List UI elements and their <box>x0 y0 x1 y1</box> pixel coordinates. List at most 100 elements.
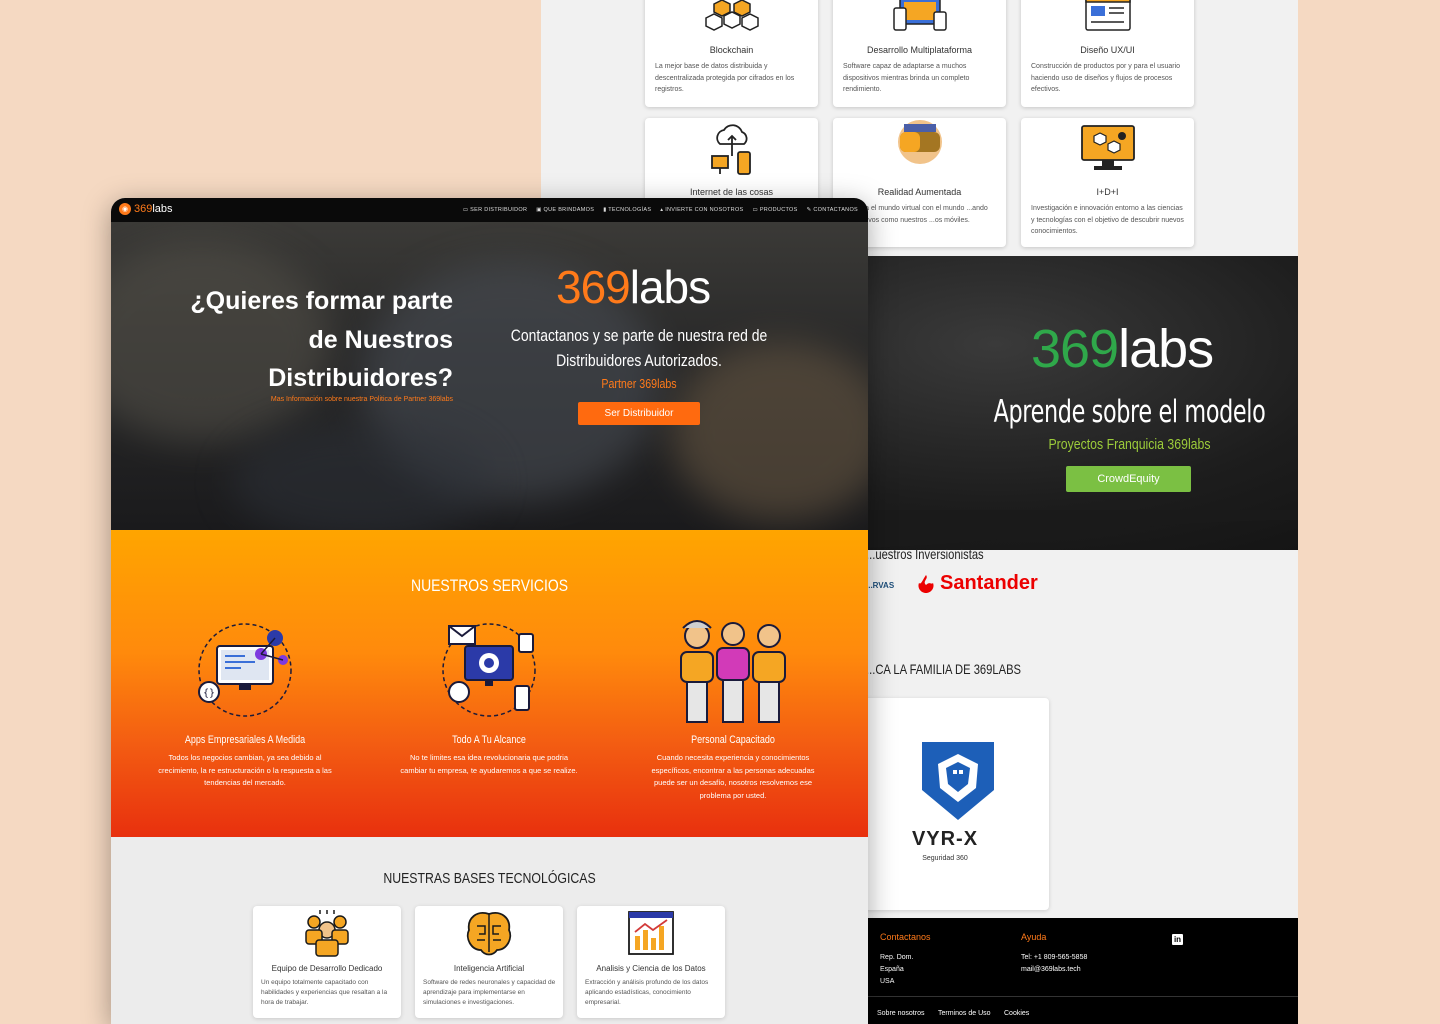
base-card-desc: Software de redes neuronales y capacidad… <box>423 979 556 1006</box>
nav-label: INVIERTE CON NOSOTROS <box>665 207 744 213</box>
tech-card-desc: Construcción de productos por y para el … <box>1031 63 1181 93</box>
tech-card-ux-ui[interactable]: Diseño UX/UI Construcción de productos p… <box>1021 0 1194 107</box>
nav-item-distribuidor[interactable]: ▭ SER DISTRIBUIDOR <box>463 207 527 213</box>
footer-divider <box>861 996 1298 997</box>
computer-code-icon: {} <box>198 623 292 717</box>
nav-item-contactanos[interactable]: ✎ CONTACTANOS <box>807 207 858 213</box>
base-card-title: Equipo de Desarrollo Dedicado <box>271 964 383 973</box>
service-title: Apps Empresariales A Medida <box>184 734 306 746</box>
santander-flame-icon <box>918 574 934 593</box>
brand-logo-icon: ◉ <box>119 203 131 215</box>
data-chart-icon <box>628 911 674 955</box>
nav-item-brindamos[interactable]: ▣ QUE BRINDAMOS <box>536 207 594 213</box>
front-page-screenshot: ◉ 369 labs ▭ SER DISTRIBUIDOR ▣ QUE BRIND… <box>111 198 868 1024</box>
footer-phone[interactable]: Tel: +1 809-565-5858 <box>1021 952 1087 964</box>
tech-card-title: Blockchain <box>709 45 754 55</box>
investor-logo-partial: ...RVAS <box>866 581 895 590</box>
distributor-hero: ¿Quieres formar parte de Nuestros Distri… <box>111 222 868 530</box>
footer-contact-lines: Rep. Dom. España USA <box>880 952 913 988</box>
iot-cloud-icon <box>710 124 751 175</box>
brain-icon <box>466 912 512 956</box>
hero-logo: 369labs <box>556 260 711 314</box>
nav-item-tecnologias[interactable]: ▮ TECNOLOGÍAS <box>603 207 651 213</box>
brand-text: labs <box>152 203 173 215</box>
base-card-data[interactable]: Analisis y Ciencia de los Datos Extracci… <box>577 906 725 1018</box>
footer-link-cookies[interactable]: Cookies <box>1004 1010 1029 1017</box>
base-card-desc: Un equipo totalmente capacitado con habi… <box>261 979 388 1006</box>
devices-network-icon <box>442 623 536 717</box>
santander-text: Santander <box>940 572 1038 594</box>
nav-item-productos[interactable]: ▭ PRODUCTOS <box>753 207 798 213</box>
footer-line: Rep. Dom. <box>880 954 914 961</box>
logo-text: labs <box>629 261 711 313</box>
hero2-subheading: Proyectos Franquicia 369labs <box>1048 436 1211 453</box>
tech-card-blockchain[interactable]: Blockchain La mejor base de datos distri… <box>645 0 818 107</box>
base-card-dev-team[interactable]: Equipo de Desarrollo Dedicado Un equipo … <box>253 906 401 1018</box>
tech-card-rdi[interactable]: I+D+I Investigación e innovación entorno… <box>1021 118 1194 247</box>
dev-team-icon <box>305 910 349 957</box>
footer-contact-title: Contactanos <box>880 932 931 942</box>
service-desc: No te limites esa idea revolucionaria qu… <box>400 753 578 775</box>
service-desc: Cuando necesita experiencia y conocimien… <box>651 753 815 800</box>
hero2-logo: 369labs <box>1031 318 1214 380</box>
nav-label: CONTACTANOS <box>813 207 858 213</box>
ux-design-icon <box>1084 0 1131 31</box>
linkedin-icon[interactable]: in <box>1172 934 1183 945</box>
santander-logo: Santander <box>916 572 1038 595</box>
vyrx-lion-shield-icon <box>922 742 994 820</box>
tech-card-title: Internet de las cosas <box>689 187 774 197</box>
nav-label: SER DISTRIBUIDOR <box>470 207 528 213</box>
family-title: ...CA LA FAMILIA DE 369LABS <box>866 661 1022 677</box>
footer-link-about[interactable]: Sobre nosotros <box>877 1010 924 1017</box>
footer-line: USA <box>880 978 895 985</box>
nav-brand[interactable]: ◉ 369 labs <box>119 203 173 215</box>
service-desc: Todos los negocios cambian, ya sea debid… <box>158 753 332 787</box>
service-title: Todo A Tu Alcance <box>452 734 526 746</box>
hero2-heading: Aprende sobre el modelo <box>993 394 1266 430</box>
tech-bases-section: NUESTRAS BASES TECNOLÓGICAS Equipo de De… <box>111 837 868 1024</box>
multiplatform-icon <box>892 0 947 31</box>
logo-number: 369 <box>556 261 631 313</box>
footer-line: España <box>880 966 904 973</box>
services-title: NUESTROS SERVICIOS <box>410 576 568 595</box>
footer-link-terms[interactable]: Terminos de Uso <box>938 1010 991 1017</box>
hero-tagline: Contactanos y se parte de nuestra red de… <box>510 326 768 370</box>
footer-help-title: Ayuda <box>1021 932 1047 942</box>
tech-card-multiplatform[interactable]: Desarrollo Multiplataforma Software capa… <box>833 0 1006 107</box>
bases-title: NUESTRAS BASES TECNOLÓGICAS <box>383 870 596 887</box>
tech-card-desc: Software capaz de adaptarse a muchos dis… <box>843 63 970 93</box>
vyrx-name: VYR-X <box>911 828 979 850</box>
base-card-title: Analisis y Ciencia de los Datos <box>596 964 706 973</box>
team-people-icon <box>680 620 786 723</box>
footer-help-lines: Tel: +1 809-565-5858 mail@369labs.tech <box>1021 952 1087 976</box>
brand-number: 369 <box>134 203 153 215</box>
tech-card-desc: La mejor base de datos distribuida y des… <box>655 63 795 93</box>
ser-distribuidor-button[interactable]: Ser Distribuidor <box>578 402 700 425</box>
nav-label: PRODUCTOS <box>759 207 798 213</box>
research-icon <box>1080 125 1135 170</box>
base-card-desc: Extracción y análisis profundo de los da… <box>585 979 709 1006</box>
tech-card-title: I+D+I <box>1096 187 1119 197</box>
tech-card-title: Diseño UX/UI <box>1080 45 1135 55</box>
top-navbar: ◉ 369 labs ▭ SER DISTRIBUIDOR ▣ QUE BRIND… <box>111 198 868 222</box>
base-card-ai[interactable]: Inteligencia Artificial Software de rede… <box>415 906 563 1018</box>
hero-photo-blur <box>231 422 491 530</box>
logo-number: 369 <box>1031 319 1119 379</box>
nav-item-invierte[interactable]: ▴ INVIERTE CON NOSOTROS <box>660 207 743 213</box>
services-section: NUESTROS SERVICIOS {} Apps Empresariales… <box>111 530 868 837</box>
footer-email[interactable]: mail@369labs.tech <box>1021 964 1087 976</box>
vyrx-card[interactable]: VYR-X Seguridad 360 <box>841 698 1049 910</box>
base-card-title: Inteligencia Artificial <box>453 964 525 973</box>
svg-text:{}: {} <box>203 688 215 699</box>
hero-partner-label: Partner 369labs <box>601 376 677 391</box>
hero-policy-link[interactable]: Mas Información sobre nuestra Politica d… <box>171 396 453 403</box>
nav-label: QUE BRINDAMOS <box>543 207 595 213</box>
logo-text: labs <box>1118 319 1214 379</box>
tech-card-title: Realidad Aumentada <box>877 187 962 197</box>
vyrx-subtitle: Seguridad 360 <box>922 855 968 862</box>
nav-menu: ▭ SER DISTRIBUIDOR ▣ QUE BRINDAMOS ▮ TEC… <box>463 198 858 222</box>
investors-title: ...uestros Inversionistas <box>866 546 984 562</box>
crowdequity-button[interactable]: CrowdEquity <box>1066 466 1191 492</box>
blockchain-icon <box>704 0 759 31</box>
nav-label: TECNOLOGÍAS <box>608 207 652 213</box>
